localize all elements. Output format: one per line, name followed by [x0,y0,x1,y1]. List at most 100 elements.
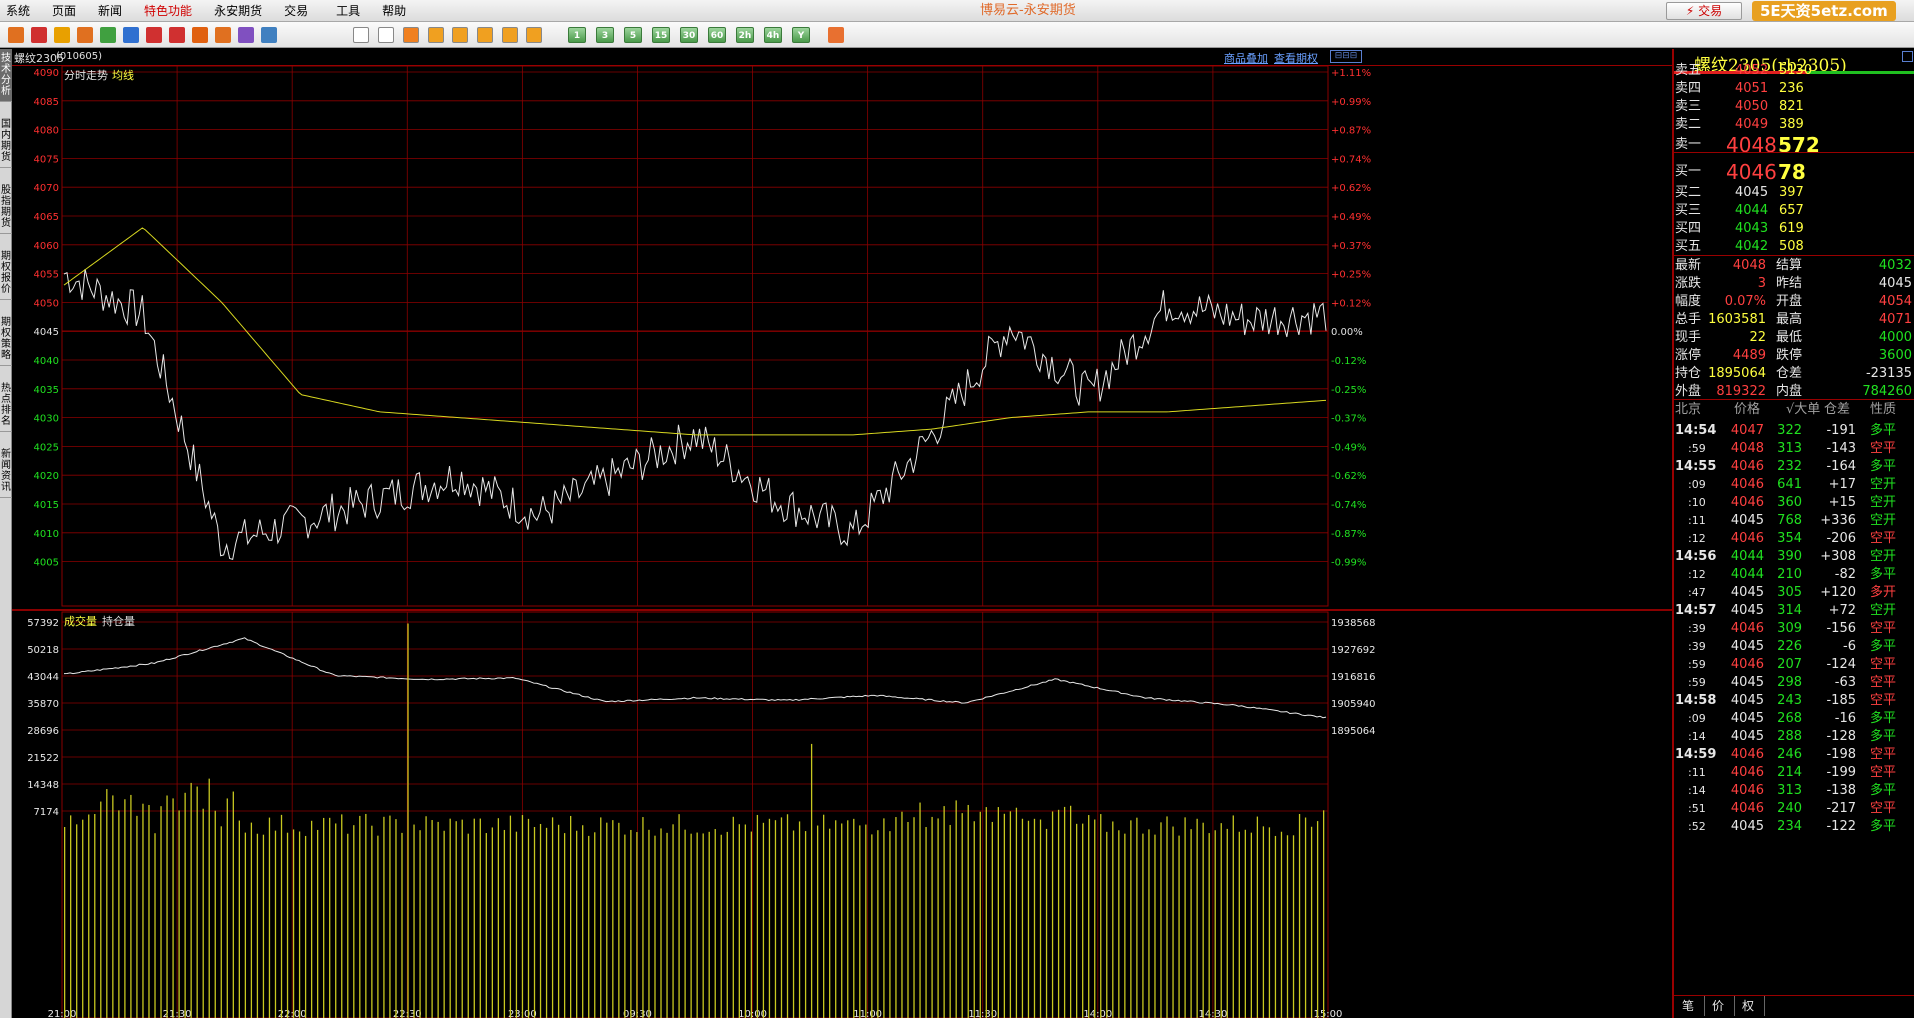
link-overlay[interactable]: 商品叠加 [1224,50,1268,66]
bottom-tab-2[interactable]: 权 [1742,996,1766,1016]
volume-bar [1238,831,1240,1018]
legend-price: 分时走势 [64,69,108,82]
back-icon[interactable] [8,27,24,43]
volume-bar [985,807,987,1018]
ask-volume: 236 [1779,81,1804,96]
tick-oi-change: +336 [1820,513,1856,528]
volume-bar [172,798,174,1018]
menu-item-4[interactable]: 永安期货 [203,0,273,22]
trade-button[interactable]: ⚡ 交易 [1666,2,1742,20]
season-icon[interactable] [502,27,518,43]
volume-bar [335,823,337,1018]
menu-item-6[interactable]: 工具 [325,0,371,22]
sidebar-tab-6[interactable]: 新闻资讯 [0,445,12,498]
tick-row: :52 4045 234 -122 多平 [1674,817,1914,837]
hour-icon[interactable] [403,27,419,43]
volume-bar [1057,809,1060,1018]
tick-time: :11 [1688,766,1706,779]
period-button-60[interactable]: 60 [708,27,726,43]
volume-bar [100,801,102,1018]
chart-icon[interactable] [378,27,394,43]
calc-icon[interactable] [828,27,844,43]
volume-bar [371,825,373,1018]
tick-oi-change: +17 [1828,477,1856,492]
volume-bar [1184,817,1186,1018]
period-button-2h[interactable]: 2h [736,27,754,43]
bid-row: 买五 4042 508 [1674,237,1914,257]
filter-icon[interactable] [238,27,254,43]
volume-bar [82,819,84,1018]
menu-item-7[interactable]: 帮助 [371,0,417,22]
menu-item-1[interactable]: 页面 [41,0,87,22]
volume-bar [648,829,650,1018]
window-icon[interactable] [169,27,185,43]
day-icon[interactable] [428,27,444,43]
volume-bar [690,833,692,1018]
period-button-15[interactable]: 15 [652,27,670,43]
period-button-Y[interactable]: Y [792,27,810,43]
menu-item-5[interactable]: 交易 [273,0,319,22]
stat-row: 涨停 4489 跌停 3600 [1674,346,1914,366]
year-icon[interactable] [526,27,542,43]
zoom-in-icon[interactable] [123,27,139,43]
tick-price: 4046 [1730,621,1764,636]
home-icon[interactable] [31,27,47,43]
sidebar-tab-0[interactable]: 技术分析 [0,49,12,102]
bid-volume: 508 [1779,239,1804,254]
period-button-3[interactable]: 3 [596,27,614,43]
chart-area[interactable]: 4090 +1.11% 4085 +0.99% 4080 +0.87% 4075 +0.74%… [12,66,1672,1018]
period-button-4h[interactable]: 4h [764,27,782,43]
bottom-tabs: 笔价权 [1674,995,1914,1017]
period-button-5[interactable]: 5 [624,27,642,43]
brush-icon[interactable] [215,27,231,43]
price-tick-label: 4035 [34,385,59,396]
sidebar-tab-5[interactable]: 热点排名 [0,379,12,432]
tick-volume: 390 [1777,549,1802,564]
stat-value: 4045 [1878,276,1912,291]
folder-icon[interactable] [77,27,93,43]
volume-bar [238,820,240,1018]
zoom-out-icon[interactable] [146,27,162,43]
table-icon[interactable] [353,27,369,43]
sidebar-tab-4[interactable]: 期权策略 [0,313,12,366]
month-icon[interactable] [477,27,493,43]
link-options[interactable]: 查看期权 [1274,50,1318,66]
tick-time: :59 [1688,658,1706,671]
tick-nature: 空开 [1870,513,1897,528]
tick-oi-change: -198 [1826,747,1856,762]
tick-price: 4047 [1730,423,1764,438]
volume-bar [1316,821,1319,1018]
menu-item-0[interactable]: 系统 [0,0,41,22]
volume-bar [286,832,289,1018]
period-button-1[interactable]: 1 [568,27,586,43]
volume-bar [1268,827,1271,1018]
refresh-icon[interactable] [100,27,116,43]
tick-oi-change: -122 [1826,819,1856,834]
volume-bar [913,817,915,1018]
link-icon[interactable] [261,27,277,43]
menu-item-3[interactable]: 特色功能 [133,0,203,22]
book-icon[interactable] [54,27,70,43]
week-icon[interactable] [452,27,468,43]
pct-tick-label: +0.12% [1331,298,1371,309]
sidebar-tab-3[interactable]: 期权报价 [0,247,12,300]
tick-row: :39 4045 226 -6 多平 [1674,637,1914,657]
sidebar-tab-1[interactable]: 国内期货 [0,115,12,168]
window-controls-icon[interactable]: ⊟⊟⊟ [1330,50,1362,63]
tick-volume: 232 [1777,459,1802,474]
tick-price: 4046 [1730,477,1764,492]
menu-item-2[interactable]: 新闻 [87,0,133,22]
tick-volume: 214 [1777,765,1802,780]
volume-bar [304,835,307,1018]
pen-icon[interactable] [192,27,208,43]
volume-tick-label: 28696 [27,726,59,737]
period-button-30[interactable]: 30 [680,27,698,43]
volume-bar [118,810,120,1018]
bottom-tab-1[interactable]: 价 [1712,996,1736,1016]
sidebar-tab-2[interactable]: 股指期货 [0,181,12,234]
volume-bar [473,818,475,1018]
price-tick-label: 4040 [34,356,59,367]
tick-time: 14:59 [1675,747,1717,762]
volume-bar [594,832,596,1018]
bottom-tab-0[interactable]: 笔 [1682,996,1706,1016]
